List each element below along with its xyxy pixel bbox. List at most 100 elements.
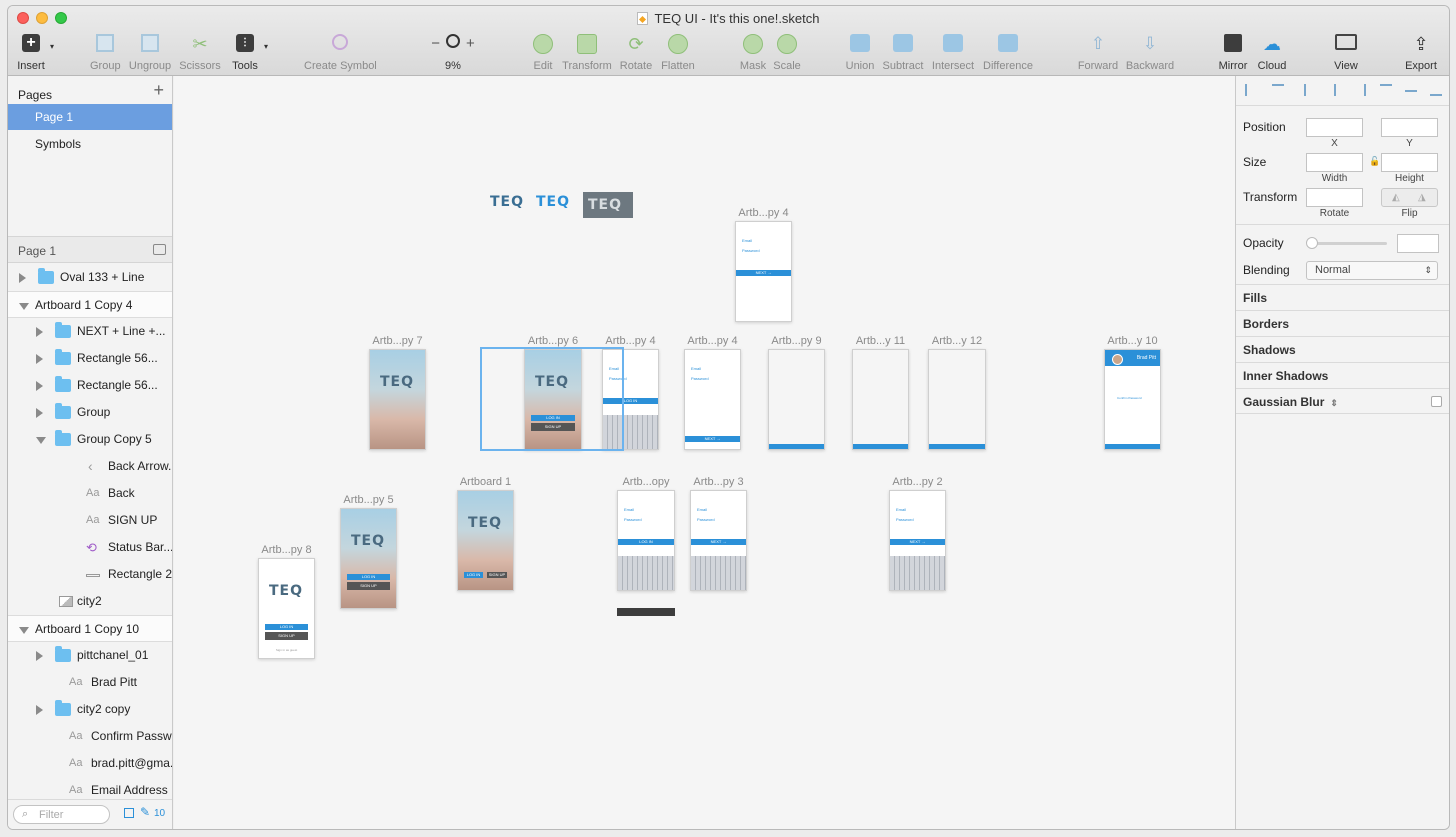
layer-row[interactable]: Rectangle 2... — [8, 561, 172, 588]
layer-row[interactable]: Aa Back — [8, 480, 172, 507]
canvas[interactable]: Artb...py 4 Email Password NEXT → Artb...py … — [174, 76, 1235, 829]
disclosure-triangle-icon[interactable] — [36, 651, 43, 661]
artboard[interactable]: Email Password LOG IN — [617, 490, 675, 591]
export-button[interactable]: ⇪ Export — [1404, 34, 1438, 72]
borders-section[interactable]: Borders — [1236, 310, 1449, 336]
shadows-section[interactable]: Shadows — [1236, 336, 1449, 362]
layer-row[interactable]: pittchanel_01 — [8, 642, 172, 669]
blending-select[interactable]: Normal ⇕ — [1306, 261, 1438, 280]
layer-row[interactable]: Aa Confirm Passw... — [8, 723, 172, 750]
disclosure-triangle-icon[interactable] — [36, 705, 43, 715]
tools-button[interactable]: ⋮ ▾ Tools — [228, 34, 268, 72]
artboard-label[interactable]: Artb...py 8 — [238, 544, 335, 556]
disclosure-triangle-icon[interactable] — [19, 303, 29, 310]
align-right-icon[interactable] — [1354, 84, 1366, 96]
flip-horizontal-icon[interactable]: ◭ — [1392, 192, 1400, 203]
artboard-label[interactable]: Artb...py 4 — [715, 207, 812, 219]
collapse-layers-icon[interactable] — [153, 244, 166, 255]
group-button[interactable]: Group — [90, 34, 121, 72]
align-center-icon[interactable] — [1330, 84, 1336, 96]
opacity-slider-knob[interactable] — [1306, 237, 1318, 249]
align-top-icon[interactable] — [1380, 84, 1392, 96]
distribute-horizontal-icon[interactable] — [1245, 84, 1257, 96]
artboard-label[interactable]: Artb...y 12 — [908, 335, 1006, 347]
view-button[interactable]: View — [1328, 34, 1364, 72]
layer-row[interactable]: Rectangle 56... — [8, 345, 172, 372]
scissors-button[interactable]: ✂ Scissors — [178, 34, 222, 72]
layer-row[interactable]: Rectangle 56... — [8, 372, 172, 399]
backward-button[interactable]: ⇩ Backward — [1124, 34, 1176, 72]
union-button[interactable]: Union — [844, 34, 876, 72]
symbols-icon[interactable] — [124, 808, 134, 818]
layer-row[interactable]: city2 copy — [8, 696, 172, 723]
artboard-label[interactable]: Artb...py 7 — [349, 335, 446, 347]
flip-vertical-icon[interactable]: ◮ — [1418, 192, 1426, 203]
gaussian-blur-checkbox[interactable] — [1431, 396, 1442, 407]
artboard-label[interactable]: Artb...y 10 — [1084, 335, 1181, 347]
artboard[interactable]: TEQ LOG IN SIGN UP — [457, 490, 514, 591]
align-bottom-icon[interactable] — [1430, 84, 1442, 96]
zoom-in-button[interactable]: + — [466, 35, 475, 52]
flatten-button[interactable]: Flatten — [658, 34, 698, 72]
distribute-vertical-icon[interactable] — [1272, 84, 1284, 96]
chevron-updown-icon[interactable]: ⇕ — [1330, 398, 1338, 408]
artboard[interactable] — [768, 349, 825, 450]
layer-row[interactable]: Artboard 1 Copy 4 — [8, 291, 172, 318]
align-left-icon[interactable] — [1304, 84, 1316, 96]
artboard[interactable]: Email Password NEXT → — [684, 349, 741, 450]
insert-button[interactable]: + ▾ Insert — [16, 34, 54, 72]
disclosure-triangle-icon[interactable] — [36, 327, 43, 337]
layer-row[interactable]: Group Copy 5 — [8, 426, 172, 453]
inner-shadows-section[interactable]: Inner Shadows — [1236, 362, 1449, 388]
opacity-input[interactable] — [1397, 234, 1439, 253]
artboard-label[interactable]: Artb...py 2 — [869, 476, 966, 488]
zoom-control[interactable]: − +9% — [420, 34, 486, 72]
disclosure-triangle-icon[interactable] — [36, 354, 43, 364]
rotate-input[interactable] — [1306, 188, 1363, 207]
mask-button[interactable]: Mask — [736, 34, 770, 72]
artboard[interactable]: Email Password NEXT → — [690, 490, 747, 591]
artboard[interactable]: TEQ — [369, 349, 426, 450]
layer-row[interactable]: city2 — [8, 588, 172, 615]
ungroup-button[interactable]: Ungroup — [128, 34, 172, 72]
layer-row[interactable]: Oval 133 + Line — [8, 264, 172, 291]
forward-button[interactable]: ⇧ Forward — [1076, 34, 1120, 72]
layer-row[interactable]: Aa brad.pitt@gma... — [8, 750, 172, 777]
gaussian-blur-section[interactable]: Gaussian Blur ⇕ — [1236, 388, 1449, 414]
page-item-page-1[interactable]: Page 1 — [8, 104, 172, 130]
opacity-slider[interactable] — [1306, 237, 1387, 249]
position-y-input[interactable] — [1381, 118, 1438, 137]
artboard[interactable]: TEQ LOG IN SIGN UP Sign in as guest — [258, 558, 315, 659]
disclosure-triangle-icon[interactable] — [36, 437, 46, 444]
create-symbol-button[interactable]: Create Symbol — [304, 34, 377, 72]
artboard[interactable]: TEQ LOG IN SIGN UP — [340, 508, 397, 609]
artboard-label[interactable]: Artb...py 3 — [670, 476, 767, 488]
artboard-label[interactable]: Artb...py 4 — [664, 335, 761, 347]
page-item-symbols[interactable]: Symbols — [8, 131, 172, 157]
position-x-input[interactable] — [1306, 118, 1363, 137]
flip-control[interactable]: ◭ ◮ — [1381, 188, 1438, 207]
align-middle-icon[interactable] — [1405, 90, 1417, 94]
artboard-label[interactable]: Artb...py 9 — [748, 335, 845, 347]
cloud-button[interactable]: ☁ Cloud — [1256, 34, 1288, 72]
height-input[interactable] — [1381, 153, 1438, 172]
artboard[interactable] — [928, 349, 986, 450]
transform-button[interactable]: Transform — [561, 34, 613, 72]
fills-section[interactable]: Fills — [1236, 284, 1449, 310]
zoom-out-button[interactable]: − — [431, 35, 440, 52]
artboard-label[interactable]: Artb...py 5 — [320, 494, 417, 506]
intersect-button[interactable]: Intersect — [930, 34, 976, 72]
layer-row[interactable]: ‹ Back Arrow... — [8, 453, 172, 480]
layer-row[interactable]: NEXT + Line +... — [8, 318, 172, 345]
edit-button[interactable]: Edit — [528, 34, 558, 72]
disclosure-triangle-icon[interactable] — [36, 381, 43, 391]
difference-button[interactable]: Difference — [980, 34, 1036, 72]
mirror-button[interactable]: Mirror — [1216, 34, 1250, 72]
width-input[interactable] — [1306, 153, 1363, 172]
artboard[interactable]: Email Password NEXT → — [889, 490, 946, 591]
artboard-label[interactable]: Artboard 1 — [437, 476, 534, 488]
disclosure-triangle-icon[interactable] — [19, 627, 29, 634]
artboard[interactable]: Email Password NEXT → — [735, 221, 792, 322]
layer-row[interactable]: Group — [8, 399, 172, 426]
layer-row[interactable]: Aa Brad Pitt — [8, 669, 172, 696]
